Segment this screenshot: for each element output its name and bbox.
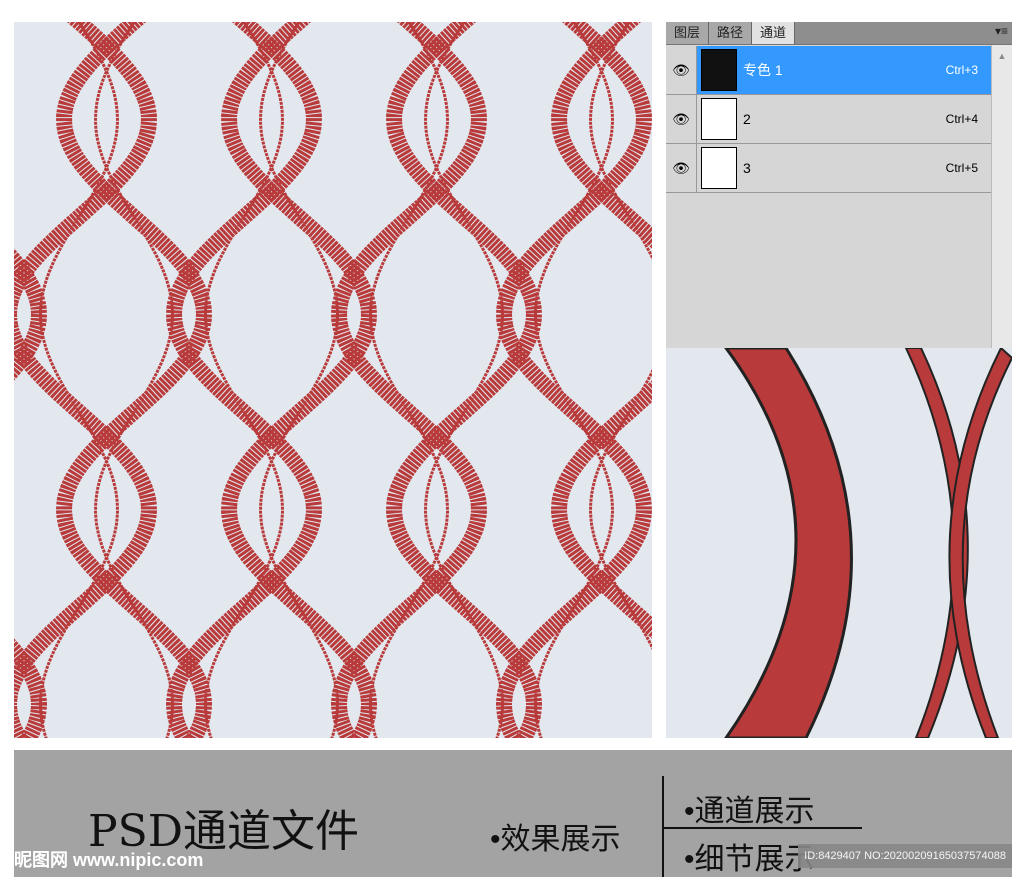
channel-thumbnail <box>701 49 737 91</box>
watermark: 昵图网 www.nipic.com <box>14 850 204 870</box>
pattern-wave <box>495 22 652 738</box>
detail-thin-band <box>948 348 1012 738</box>
eye-icon[interactable]: 👁 <box>666 46 697 94</box>
scrollbar[interactable]: ▲ <box>991 45 1012 348</box>
channel-shortcut: Ctrl+5 <box>945 161 978 175</box>
detail-preview <box>666 348 1012 738</box>
pattern-wave <box>165 22 322 738</box>
panel-tabs: 图层 路径 通道 ▾≡ <box>666 22 1012 45</box>
panel-menu-icon[interactable]: ▾≡ <box>995 24 1008 38</box>
image-id: ID:8429407 NO:20200209165037574088 <box>798 844 1012 868</box>
channel-row[interactable]: 👁 3 Ctrl+5 <box>666 144 992 193</box>
pattern-wave <box>221 22 378 738</box>
pattern-preview <box>14 22 652 738</box>
footer-banner: PSD通道文件 •效果展示 •通道展示 •细节展示 昵图网 www.nipic.… <box>14 750 1012 877</box>
detail-band <box>724 348 853 738</box>
pattern-wave <box>386 22 543 738</box>
channel-row[interactable]: 👁 2 Ctrl+4 <box>666 95 992 144</box>
eye-icon[interactable]: 👁 <box>666 144 697 192</box>
channel-name: 专色 1 <box>743 62 783 78</box>
channel-shortcut: Ctrl+4 <box>945 112 978 126</box>
label-channels: •通道展示 <box>684 795 815 828</box>
channel-thumbnail <box>701 147 737 189</box>
tab-channels[interactable]: 通道 <box>752 22 796 44</box>
channels-panel: 图层 路径 通道 ▾≡ 👁 专色 1 Ctrl+3 👁 2 Ctrl+4 👁 3… <box>666 22 1012 348</box>
channel-thumbnail <box>701 98 737 140</box>
tab-paths[interactable]: 路径 <box>709 22 753 44</box>
pattern-wave <box>14 22 157 738</box>
channel-row[interactable]: 👁 专色 1 Ctrl+3 <box>666 46 992 95</box>
pattern-wave <box>56 22 213 738</box>
scroll-up-icon[interactable]: ▲ <box>992 51 1012 61</box>
pattern-wave <box>330 22 487 738</box>
channel-shortcut: Ctrl+3 <box>945 63 978 77</box>
pattern-wave <box>588 22 652 651</box>
channel-name: 3 <box>743 160 751 176</box>
channel-name: 2 <box>743 111 751 127</box>
eye-icon[interactable]: 👁 <box>666 95 697 143</box>
tab-layers[interactable]: 图层 <box>666 22 710 44</box>
label-effect: •效果展示 <box>490 823 621 856</box>
label-detail: •细节展示 <box>684 843 815 876</box>
